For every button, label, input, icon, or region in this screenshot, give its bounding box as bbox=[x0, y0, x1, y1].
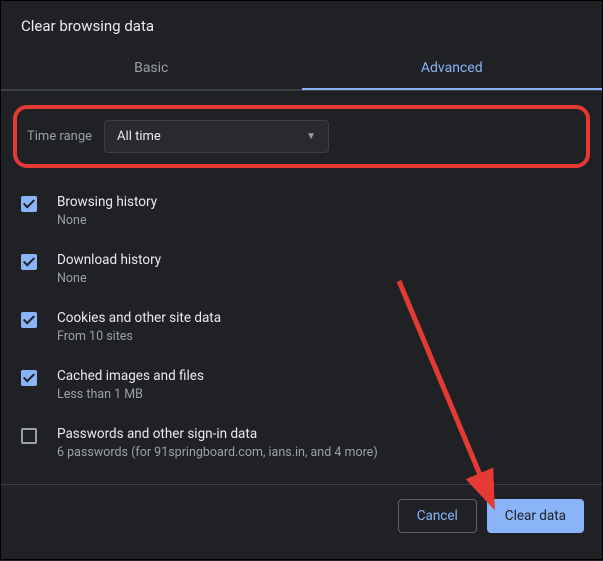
option-title: Cached images and files bbox=[57, 368, 582, 384]
option-text: Cookies and other site data From 10 sites bbox=[57, 310, 582, 344]
option-subtitle: None bbox=[57, 271, 582, 286]
option-row: Cookies and other site data From 10 sites bbox=[1, 298, 602, 356]
option-row: Download history None bbox=[1, 240, 602, 298]
content-pane: Time range All time ▼ Browsing history No… bbox=[1, 90, 602, 485]
tabs: Basic Advanced bbox=[1, 47, 602, 90]
time-range-value: All time bbox=[117, 129, 161, 144]
option-row: Passwords and other sign-in data 6 passwo… bbox=[1, 414, 602, 472]
time-range-dropdown[interactable]: All time ▼ bbox=[104, 120, 329, 153]
option-row: Browsing history None bbox=[1, 182, 602, 240]
option-text: Cached images and files Less than 1 MB bbox=[57, 368, 582, 402]
option-checkbox[interactable] bbox=[21, 428, 37, 444]
option-subtitle: Less than 1 MB bbox=[57, 387, 582, 402]
option-title: Cookies and other site data bbox=[57, 310, 582, 326]
option-subtitle: None bbox=[57, 213, 582, 228]
option-text: Download history None bbox=[57, 252, 582, 286]
tab-advanced[interactable]: Advanced bbox=[302, 47, 603, 89]
option-subtitle: From 10 sites bbox=[57, 329, 582, 344]
option-subtitle: 6 passwords (for 91springboard.com, ians… bbox=[57, 445, 582, 460]
option-checkbox[interactable] bbox=[21, 196, 37, 212]
option-row: Cached images and files Less than 1 MB bbox=[1, 356, 602, 414]
option-text: Passwords and other sign-in data 6 passwo… bbox=[57, 426, 582, 460]
option-row: Autofill form data bbox=[1, 472, 602, 485]
option-checkbox[interactable] bbox=[21, 312, 37, 328]
tab-basic[interactable]: Basic bbox=[1, 47, 302, 89]
option-title: Passwords and other sign-in data bbox=[57, 426, 582, 442]
option-checkbox[interactable] bbox=[21, 370, 37, 386]
chevron-down-icon: ▼ bbox=[306, 131, 316, 142]
cancel-button[interactable]: Cancel bbox=[398, 499, 477, 533]
dialog-footer: Cancel Clear data bbox=[1, 485, 602, 547]
time-range-label: Time range bbox=[27, 129, 92, 144]
option-text: Browsing history None bbox=[57, 194, 582, 228]
dialog-title: Clear browsing data bbox=[1, 1, 602, 47]
option-title: Download history bbox=[57, 252, 582, 268]
clear-data-button[interactable]: Clear data bbox=[487, 499, 584, 533]
time-range-highlight: Time range All time ▼ bbox=[13, 105, 590, 168]
option-title: Browsing history bbox=[57, 194, 582, 210]
option-checkbox[interactable] bbox=[21, 254, 37, 270]
